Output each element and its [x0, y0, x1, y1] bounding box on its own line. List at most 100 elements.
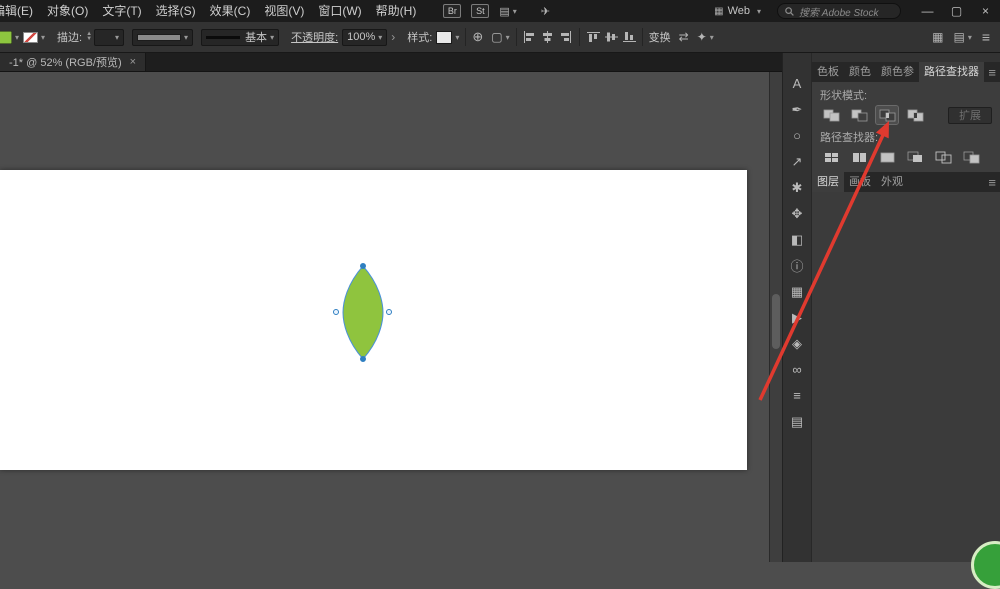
- transform-label[interactable]: 变换: [649, 29, 671, 45]
- minus-front-button[interactable]: [848, 106, 870, 124]
- symbols-panel-icon[interactable]: ◈: [787, 335, 807, 352]
- menu-help[interactable]: 帮助(H): [369, 0, 424, 22]
- intersect-button[interactable]: [875, 105, 899, 125]
- stock-icon[interactable]: St: [471, 4, 490, 18]
- chevron-down-icon: [270, 33, 274, 42]
- stock-search-input[interactable]: 搜索 Adobe Stock: [777, 3, 901, 19]
- anchor-point-top[interactable]: [360, 263, 366, 269]
- menu-edit[interactable]: 编辑(E): [0, 0, 40, 22]
- align-top-icon[interactable]: [586, 31, 600, 43]
- shape-builder-panel-icon[interactable]: ◧: [787, 231, 807, 248]
- tab-layers[interactable]: 图层: [812, 172, 844, 192]
- align-right-icon[interactable]: [559, 31, 572, 43]
- align-hcenter-icon[interactable]: [541, 31, 554, 43]
- minimize-button[interactable]: —: [913, 0, 942, 22]
- stroke-none-icon: [23, 31, 39, 43]
- actions-panel-icon[interactable]: ▶: [787, 309, 807, 326]
- swatch-panel-icon[interactable]: ✥: [787, 205, 807, 222]
- tab-artboards[interactable]: 画板: [844, 172, 876, 192]
- menu-window[interactable]: 窗口(W): [311, 0, 368, 22]
- align-bottom-icon[interactable]: [622, 31, 636, 43]
- align-buttons: [523, 28, 636, 46]
- document-tab[interactable]: -1* @ 52% (RGB/预览) ×: [0, 53, 147, 71]
- pen-panel-icon[interactable]: ✒: [787, 101, 807, 118]
- panel-icon-strip: A ✒ ○ ↗ ✱ ✥ ◧ ⓘ ▦ ▶ ◈ ∞ ≡ ▤: [782, 53, 812, 562]
- opacity-value: 100%: [347, 31, 376, 43]
- export-panel-icon[interactable]: ↗: [787, 153, 807, 170]
- menu-object[interactable]: 对象(O): [40, 0, 95, 22]
- align-left-icon[interactable]: [523, 31, 536, 43]
- chevron-down-icon: [757, 7, 761, 16]
- brush-panel-icon[interactable]: ✱: [787, 179, 807, 196]
- leaf-shape[interactable]: [337, 266, 389, 359]
- canvas[interactable]: [0, 72, 782, 562]
- bridge-icon[interactable]: Br: [443, 4, 462, 18]
- tab-pathfinder[interactable]: 路径查找器: [919, 62, 984, 82]
- stroke-weight-stepper[interactable]: [86, 32, 92, 42]
- anchor-point-bottom[interactable]: [360, 356, 366, 362]
- stroke-color-swatch[interactable]: [23, 31, 45, 43]
- preferences-icon[interactable]: [491, 30, 509, 44]
- stroke-panel-icon[interactable]: ≡: [787, 387, 807, 404]
- anchor-point-right[interactable]: [386, 309, 392, 315]
- width-profile-dropdown[interactable]: [132, 28, 194, 46]
- fill-color-swatch[interactable]: [0, 30, 19, 44]
- close-button[interactable]: ×: [971, 0, 1000, 22]
- unite-button[interactable]: [820, 106, 842, 124]
- crop-button[interactable]: [904, 148, 926, 166]
- align-vcenter-icon[interactable]: [604, 31, 618, 43]
- merge-button[interactable]: [876, 148, 898, 166]
- chevron-down-icon: [968, 33, 972, 42]
- share-icon[interactable]: [527, 5, 550, 18]
- menu-type[interactable]: 文字(T): [95, 0, 148, 22]
- opacity-field[interactable]: 100%: [342, 28, 388, 46]
- exclude-button[interactable]: [904, 106, 926, 124]
- artboards-panel-icon[interactable]: ▤: [787, 413, 807, 430]
- expand-button[interactable]: 扩展: [948, 106, 992, 124]
- vertical-scrollbar[interactable]: [769, 72, 782, 562]
- grid-view-icon[interactable]: [932, 30, 943, 44]
- panel-menu-icon[interactable]: [988, 65, 1000, 80]
- trim-button[interactable]: [848, 148, 870, 166]
- menu-select[interactable]: 选择(S): [149, 0, 203, 22]
- panel-layout-icon[interactable]: [953, 30, 971, 44]
- stroke-weight-field[interactable]: [94, 28, 125, 46]
- workspace-switcher[interactable]: Web: [714, 5, 761, 17]
- chevron-down-icon: [184, 33, 188, 42]
- brush-stroke-preview: [206, 35, 241, 39]
- arrange-documents-icon[interactable]: [499, 5, 516, 18]
- opacity-label[interactable]: 不透明度:: [291, 29, 338, 45]
- menu-effect[interactable]: 效果(C): [203, 0, 258, 22]
- tab-appearance[interactable]: 外观: [876, 172, 908, 192]
- divide-button[interactable]: [820, 148, 842, 166]
- free-transform-icon[interactable]: [679, 30, 689, 44]
- document-setup-icon[interactable]: [472, 29, 483, 45]
- panel-menu-icon[interactable]: [988, 175, 1000, 190]
- chevron-down-icon: [710, 33, 714, 42]
- tab-color-guide[interactable]: 颜色参: [876, 62, 919, 82]
- outline-button[interactable]: [932, 148, 954, 166]
- type-panel-icon[interactable]: A: [787, 75, 807, 92]
- control-bar: 描边: 基本 不透明度: 100% 样式: 变换: [0, 22, 1000, 53]
- tab-close-icon[interactable]: ×: [130, 56, 136, 68]
- bar-menu-icon[interactable]: [982, 29, 990, 45]
- chevron-right-icon[interactable]: [391, 30, 395, 44]
- shape-properties-icon[interactable]: [697, 30, 714, 44]
- links-panel-icon[interactable]: ∞: [787, 361, 807, 378]
- tab-color[interactable]: 颜色: [844, 62, 876, 82]
- brush-definition-dropdown[interactable]: 基本: [201, 28, 280, 46]
- scrollbar-thumb[interactable]: [772, 294, 780, 349]
- style-dropdown[interactable]: [436, 30, 459, 44]
- chevron-down-icon: [15, 33, 19, 42]
- chevron-down-icon: [455, 33, 459, 42]
- info-panel-icon[interactable]: ⓘ: [787, 257, 807, 274]
- minus-back-button[interactable]: [960, 148, 982, 166]
- anchor-point-left[interactable]: [333, 309, 339, 315]
- restore-button[interactable]: ▢: [942, 0, 971, 22]
- layers-panel[interactable]: [812, 192, 1000, 562]
- grid-panel-icon[interactable]: ▦: [787, 283, 807, 300]
- tab-swatches[interactable]: 色板: [812, 62, 844, 82]
- ellipse-panel-icon[interactable]: ○: [787, 127, 807, 144]
- style-swatch: [436, 30, 453, 44]
- menu-view[interactable]: 视图(V): [257, 0, 311, 22]
